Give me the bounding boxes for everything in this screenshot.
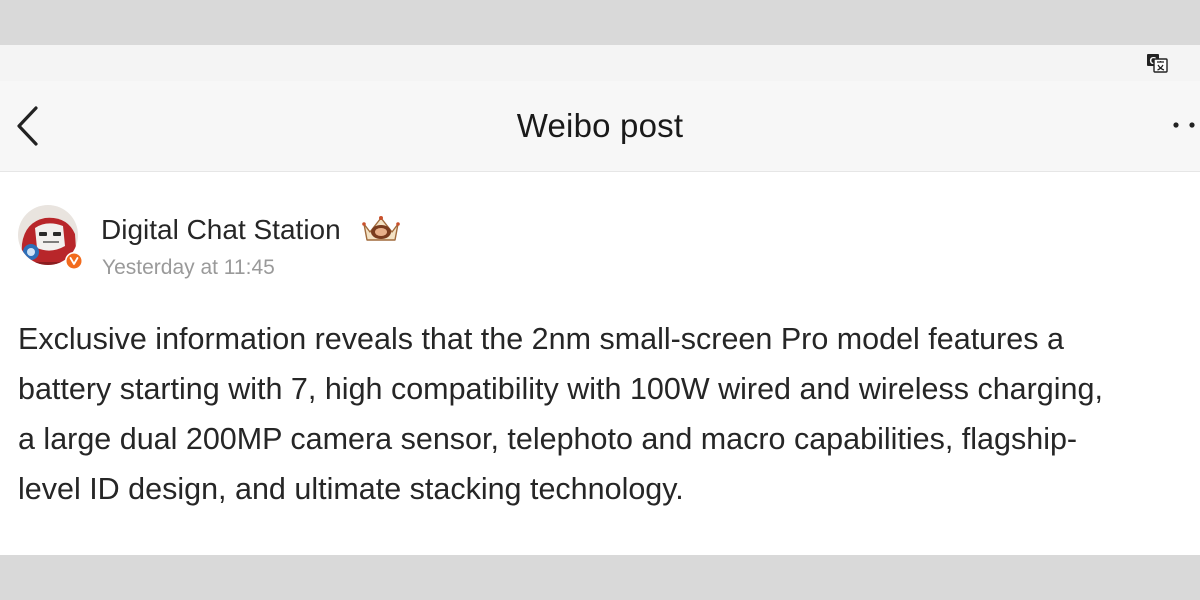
crown-badge-icon bbox=[362, 216, 400, 241]
more-dots-icon bbox=[1173, 122, 1195, 128]
post-body: Exclusive information reveals that the 2… bbox=[18, 314, 1200, 514]
post-body-line: a large dual 200MP camera sensor, teleph… bbox=[18, 422, 1078, 456]
app-screen: G Weibo post bbox=[0, 45, 1200, 555]
post-body-line: level ID design, and ultimate stacking t… bbox=[18, 472, 684, 506]
verified-v-badge-icon bbox=[65, 252, 83, 270]
post-body-line: battery starting with 7, high compatibil… bbox=[18, 372, 1103, 406]
status-bar: G bbox=[0, 45, 1200, 81]
post-timestamp: Yesterday at 11:45 bbox=[102, 256, 275, 279]
navigation-bar: Weibo post bbox=[0, 81, 1200, 172]
more-options-button[interactable] bbox=[1166, 117, 1200, 133]
page-title: Weibo post bbox=[516, 107, 684, 144]
author-name[interactable]: Digital Chat Station bbox=[101, 214, 341, 246]
translate-icon[interactable]: G bbox=[1146, 53, 1168, 73]
post-card: Digital Chat Station Yesterday at 11:45 … bbox=[0, 172, 1200, 555]
avatar[interactable] bbox=[17, 204, 83, 270]
post-body-line: Exclusive information reveals that the 2… bbox=[18, 322, 1064, 356]
